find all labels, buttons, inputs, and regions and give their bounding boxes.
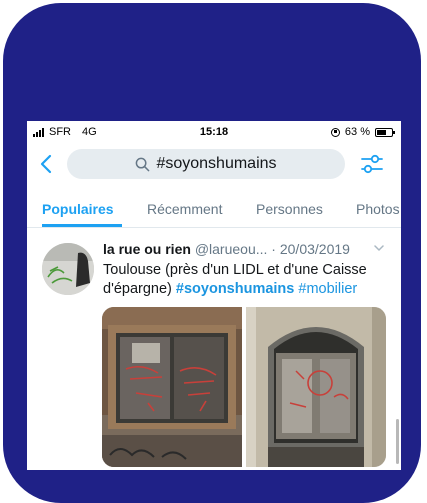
rotation-lock-icon: [330, 127, 340, 137]
author-handle[interactable]: @larueou...: [195, 241, 268, 257]
filter-sliders-icon: [361, 154, 383, 174]
status-right: 63 %: [330, 126, 395, 138]
search-bar: #soyonshumains: [27, 146, 401, 182]
search-query: #soyonshumains: [156, 155, 277, 172]
hashtag-link[interactable]: #soyonshumains: [176, 281, 294, 297]
tweet-text: Toulouse (près d'un LIDL et d'une Caisse…: [103, 261, 393, 299]
tab-photos[interactable]: Photos: [356, 201, 400, 217]
meta-separator: ·: [267, 241, 280, 257]
tab-populaires[interactable]: Populaires: [42, 201, 114, 217]
tweet-date[interactable]: 20/03/2019: [280, 241, 350, 257]
device-background: SFR 4G 15:18 63 % #soyonshumains Populai…: [0, 0, 427, 503]
tweet-media: [102, 307, 386, 467]
back-button[interactable]: [37, 152, 57, 176]
avatar[interactable]: [42, 243, 94, 295]
search-icon: [136, 157, 150, 171]
search-input[interactable]: #soyonshumains: [67, 149, 345, 179]
tab-personnes[interactable]: Personnes: [256, 201, 323, 217]
tweet-menu-button[interactable]: [372, 241, 386, 255]
chevron-left-icon: [40, 154, 52, 174]
hashtag-link-secondary[interactable]: #mobilier: [298, 281, 357, 297]
active-tab-indicator: [42, 224, 122, 227]
tweet-header: la rue ou rien @larueou... · 20/03/2019: [103, 241, 388, 257]
author-name[interactable]: la rue ou rien: [103, 241, 191, 257]
chevron-down-icon: [374, 245, 384, 251]
battery-icon: [375, 127, 395, 137]
photo-right[interactable]: [246, 307, 386, 467]
tweet[interactable]: la rue ou rien @larueou... · 20/03/2019 …: [27, 229, 401, 470]
search-tabs: Populaires Récemment Personnes Photos: [27, 191, 401, 228]
phone-screen: SFR 4G 15:18 63 % #soyonshumains Populai…: [27, 121, 401, 470]
status-bar: SFR 4G 15:18 63 %: [27, 121, 401, 143]
photo-left[interactable]: [102, 307, 242, 467]
battery-percent: 63 %: [344, 126, 370, 138]
search-filter-button[interactable]: [360, 153, 384, 175]
battery-fill: [377, 129, 386, 135]
tab-recemment[interactable]: Récemment: [147, 201, 222, 217]
scrollbar[interactable]: [396, 419, 399, 464]
